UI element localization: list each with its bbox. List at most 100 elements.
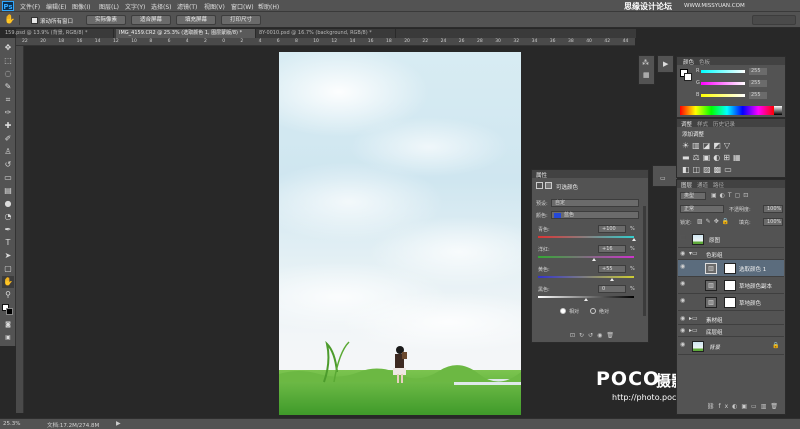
adjustment-icons-row2[interactable]: ▬⚖▣◐⊞▦ [682,153,744,162]
properties-scrollbar[interactable] [643,206,646,316]
pen-tool-icon[interactable]: ✒ [2,224,14,236]
layer-mask-thumbnail[interactable] [724,280,736,291]
menu-image[interactable]: 图像(I) [72,2,90,11]
adjust-row-slider[interactable] [538,256,634,258]
layer-group-row[interactable]: ◉ ▸▭ 素材组 [678,313,784,325]
doc-tab[interactable]: 8Y-0010.psd @ 16.7% (background, RGB/8) … [256,29,396,38]
adjust-row-value[interactable]: +16 [598,245,626,253]
adjustments-tab[interactable]: 调整 [681,120,692,128]
layer-row[interactable]: ◉ ▥ 草地颜色副本 [678,277,784,294]
styles-tab[interactable]: 样式 [697,120,708,128]
quick-select-tool-icon[interactable]: ✎ [2,81,14,93]
channels-tab[interactable]: 通道 [697,181,708,189]
slider-handle[interactable] [591,258,596,261]
g-slider[interactable] [701,82,745,85]
workspace-switcher[interactable] [752,15,796,25]
layer-row[interactable]: ◉ ▥ 草地颜色 [678,294,784,311]
r-value[interactable]: 255 [749,68,767,75]
marquee-tool-icon[interactable]: ⬚ [2,55,14,67]
eye-icon[interactable]: ◉ [680,298,686,304]
dodge-tool-icon[interactable]: ◔ [2,211,14,223]
menu-view[interactable]: 视图(V) [204,2,225,11]
eye-icon[interactable]: ◉ [680,264,686,270]
document-canvas-photo[interactable] [279,52,521,415]
color-select[interactable]: 蓝色 [551,211,639,219]
lasso-tool-icon[interactable]: ◌ [2,68,14,80]
brush-tool-icon[interactable]: ✐ [2,133,14,145]
r-slider[interactable] [701,70,745,73]
menu-filter[interactable]: 滤镜(T) [177,2,197,11]
zoom-level[interactable]: 25.3% [3,421,20,427]
layer-row[interactable]: □ 原图 [678,231,784,248]
layer-group-row[interactable]: ◉ ▸▭ 底层组 [678,325,784,337]
status-arrow-icon[interactable]: ▶ [116,420,121,427]
adjust-row-value[interactable]: +100 [598,225,626,233]
eyedropper-tool-icon[interactable]: ✑ [2,107,14,119]
adjustment-icons-row3[interactable]: ◧◫▨▩▭ [682,165,735,174]
opacity-input[interactable]: 100% [763,205,783,213]
layers-footer-icons[interactable]: ⛓fx◐▣▭▥🗑 [680,403,782,413]
visibility-toggle[interactable]: □ [680,235,686,241]
relative-radio[interactable] [560,308,566,314]
b-slider[interactable] [701,94,745,97]
slider-handle[interactable] [610,278,615,281]
lock-icons[interactable]: ▨✎✥🔒 [697,218,732,225]
layer-kind-filter[interactable]: 类型 [680,192,706,200]
menu-file[interactable]: 文件(F) [20,2,40,11]
move-tool-icon[interactable]: ✥ [2,42,14,54]
doc-tab[interactable]: 159.psd @ 13.9% (背景, RGB/8) * [2,29,114,38]
menu-type[interactable]: 文字(Y) [125,2,145,11]
adjust-row-value[interactable]: +55 [598,265,626,273]
eraser-tool-icon[interactable]: ▭ [2,172,14,184]
eye-icon[interactable]: ◉ [680,251,686,257]
doc-tab-active[interactable]: IMG_4159.CR2 @ 25.3% (选取颜色 1, 图层蒙版/8) * [116,29,256,38]
scroll-all-checkbox[interactable] [31,17,38,24]
menu-window[interactable]: 窗口(W) [231,2,254,11]
actual-pixels-button[interactable]: 实际像素 [86,15,126,25]
adjust-row-slider[interactable] [538,236,634,238]
preset-select[interactable]: 自定 [551,199,639,207]
screen-mode-icon[interactable]: ▣ [2,332,14,344]
history-brush-tool-icon[interactable]: ↺ [2,159,14,171]
paths-tab[interactable]: 路径 [713,181,724,189]
b-value[interactable]: 255 [749,92,767,99]
path-select-tool-icon[interactable]: ➤ [2,250,14,262]
properties-tab[interactable]: 属性 [536,171,547,179]
g-value[interactable]: 255 [749,80,767,87]
fit-screen-button[interactable]: 适合屏幕 [131,15,171,25]
layer-mask-thumbnail[interactable] [724,263,736,274]
quick-mask-icon[interactable]: ◙ [2,319,14,331]
eye-icon[interactable]: ◉ [680,328,686,334]
panel-icon[interactable]: ▭ [660,175,666,182]
gradient-tool-icon[interactable]: ▤ [2,185,14,197]
color-spectrum[interactable] [680,106,774,115]
hand-tool-icon[interactable]: ✋ [2,276,14,288]
layers-tab[interactable]: 图层 [681,181,692,189]
tool-preset-icon[interactable]: ▦ [643,71,650,79]
zoom-tool-icon[interactable]: ⚲ [2,289,14,301]
swatches-tab[interactable]: 色板 [699,58,710,66]
blur-tool-icon[interactable]: ● [2,198,14,210]
type-tool-icon[interactable]: T [2,237,14,249]
crop-tool-icon[interactable]: ⌗ [2,94,14,106]
stamp-tool-icon[interactable]: ♙ [2,146,14,158]
bg-swatch[interactable] [684,73,692,81]
play-icon[interactable]: ▶ [663,60,668,68]
healing-tool-icon[interactable]: ✚ [2,120,14,132]
filter-icons[interactable]: ▣◐T▢⊡ [711,192,751,199]
layer-row[interactable]: ◉ 背景 🔒 [678,338,784,355]
eye-icon[interactable]: ◉ [680,316,686,322]
adjust-row-value[interactable]: 0 [598,285,626,293]
menu-edit[interactable]: 编辑(E) [46,2,66,11]
blend-mode-select[interactable]: 正常 [680,205,724,213]
slider-handle[interactable] [584,298,588,301]
menu-layer[interactable]: 图层(L) [99,2,119,11]
layer-row-selected[interactable]: ◉ ▥ 选取颜色 1 [678,260,784,277]
menu-select[interactable]: 选择(S) [151,2,172,11]
eye-icon[interactable]: ◉ [680,281,686,287]
fill-input[interactable]: 100% [763,218,783,226]
shape-tool-icon[interactable]: ▢ [2,263,14,275]
color-tab[interactable]: 颜色 [683,58,694,66]
background-color-swatch[interactable] [6,308,13,315]
layer-group-row[interactable]: ◉ ▾▭ 色彩组 [678,248,784,260]
